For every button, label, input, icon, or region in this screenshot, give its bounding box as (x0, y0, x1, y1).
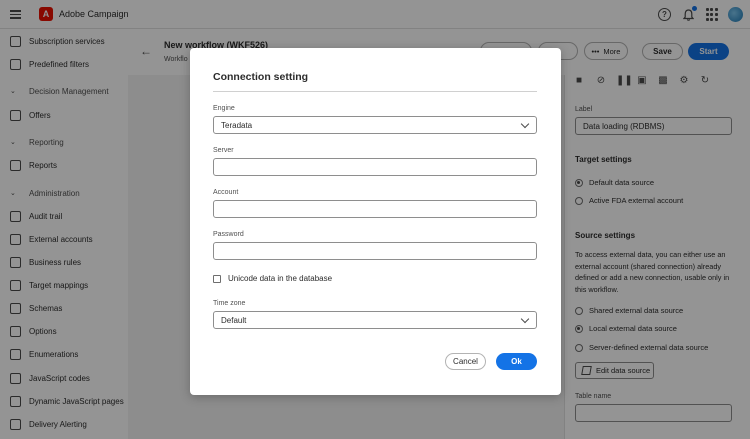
checkbox-icon (213, 274, 221, 283)
account-label: Account (213, 189, 239, 196)
server-label: Server (213, 147, 234, 154)
engine-select[interactable]: Teradata (213, 116, 537, 134)
password-input[interactable] (213, 242, 537, 260)
password-label: Password (213, 231, 244, 238)
ok-button[interactable]: Ok (496, 353, 537, 370)
account-input[interactable] (213, 200, 537, 218)
connection-setting-dialog: Connection setting Engine Teradata Serve… (190, 48, 561, 395)
engine-label: Engine (213, 105, 235, 112)
dialog-divider (213, 91, 537, 92)
chevron-down-icon (520, 314, 530, 324)
dialog-title: Connection setting (213, 71, 309, 83)
server-input[interactable] (213, 158, 537, 176)
chevron-down-icon (520, 119, 530, 129)
cancel-button[interactable]: Cancel (445, 353, 486, 370)
timezone-label: Time zone (213, 300, 246, 307)
timezone-select[interactable]: Default (213, 311, 537, 329)
unicode-checkbox[interactable]: Unicode data in the database (213, 274, 332, 283)
